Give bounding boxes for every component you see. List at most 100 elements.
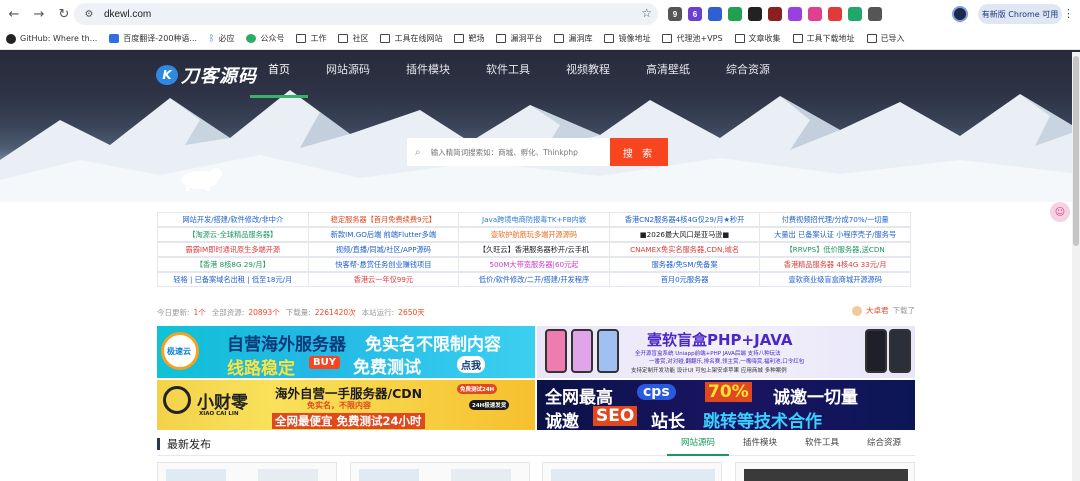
chrome-update-button[interactable]: 有新版 Chrome 可用 [978,4,1062,24]
forward-button[interactable]: → [28,3,50,25]
ad-link[interactable]: 新款IM.GO后端 前端Flutter多端 [307,227,460,242]
site-info-icon[interactable]: ⚙ [82,7,96,21]
resource-card[interactable] [542,462,723,481]
address-bar[interactable]: ⚙ dkewl.com ☆ [74,3,658,25]
bookmark-item[interactable]: 社区 [338,33,368,44]
ad-link[interactable]: 网站开发/搭建/软件修改/非中介 [157,212,309,227]
ad-link[interactable]: 大量出 已备案认证 小程序壳子/服务号 [759,227,911,242]
bookmark-label: GitHub: Where th... [20,34,98,43]
ad-link[interactable]: 500M大带宽服务器|60元起 [458,257,610,272]
scrollbar-thumb[interactable] [1073,56,1079,246]
ad-link[interactable]: 低价/软件修改/二开/搭建/开发程序 [458,272,610,287]
ad-link[interactable]: 【香港 8核8G 29/月】 [157,257,309,272]
ad-link[interactable]: 【RRVPS】低价服务器,送CDN [759,242,911,257]
resource-card[interactable] [349,462,530,481]
extension-icon[interactable] [868,7,882,21]
nav-item[interactable]: 高清壁纸 [628,62,708,86]
extension-icon[interactable]: 9 [668,7,682,21]
extension-icon[interactable] [748,7,762,21]
ad-link[interactable]: 【久旺云】香港服务器秒开/云手机 [458,242,610,257]
bookmark-item[interactable]: 公众号 [246,33,284,44]
b4-w5: 跳转等技术合作 [703,412,822,430]
extension-icon[interactable] [848,7,862,21]
b1-free: 免费测试 [353,358,421,378]
search-button[interactable]: 搜 索 [610,138,668,166]
nav-item[interactable]: 软件工具 [468,62,548,86]
bookmark-label: 工具下载地址 [806,34,855,43]
bookmark-item[interactable]: 百度翻译-200种语... [109,33,197,44]
ad-link[interactable]: 香港CN2服务器4核4G仅29/月★秒开 [608,212,761,227]
bookmark-item[interactable]: GitHub: Where th... [6,33,98,44]
site-logo[interactable]: K 刀客源码 [156,62,257,88]
ad-link[interactable]: 霸霸IM即时通讯原生多端开源 [157,242,309,257]
extension-icon[interactable] [708,7,722,21]
page-scrollbar[interactable] [1072,52,1080,481]
ad-link[interactable]: 香港精品服务器 4核4G 33元/月 [759,257,911,272]
ad-banner-xiaocailin[interactable]: 小财零 XIAO CAI LIN 海外自营一手服务器/CDN 免费测试24H 免… [157,380,535,430]
ad-link[interactable]: 香港云一年仅99元 [307,272,460,287]
ad-link[interactable]: ■2026最大风口是亚马逊■ [608,227,761,242]
bookmark-item[interactable]: 代理池+VPS [662,33,723,44]
download-label: 下载量: [285,307,311,317]
b4-seo: SEO [593,406,638,426]
ad-link[interactable]: 稳定服务器【首月免费续费9元】 [307,212,460,227]
resource-card[interactable] [157,462,337,481]
ad-link[interactable]: Java跨境电商防报毒TK+FB内嵌 [458,212,610,227]
bookmark-item[interactable]: 文章收集 [734,33,781,44]
ad-banner-jisuyun[interactable]: 极速云 自营海外服务器 免实名不限制内容 线路稳定 BUY 免费测试 点我 [157,326,535,378]
bookmark-label: 镜像地址 [618,34,651,43]
card-thumbnail [743,469,908,481]
search-input[interactable] [430,147,596,157]
recent-download-ticker: 大卓君 下载了 [852,305,915,316]
extension-icon[interactable] [728,7,742,21]
b4-pct: 70% [705,382,752,402]
ad-link[interactable]: 壹软商业级盲盒商城开源源码 [759,272,911,287]
extension-icon[interactable] [768,7,782,21]
bookmark-label: 漏洞平台 [510,34,543,43]
bookmark-item[interactable]: 工作 [296,33,326,44]
ad-link[interactable]: 【淘源云-全球精品服务器】 [157,227,309,242]
profile-avatar[interactable] [952,6,968,22]
ad-banner-cps[interactable]: 全网最高 cps 70% 诚邀一切量 诚邀 SEO 站长 跳转等技术合作 [537,380,915,430]
bookmark-item[interactable]: 工具下载地址 [792,33,855,44]
back-button[interactable]: ← [3,3,25,25]
folder-icon [662,34,673,43]
bookmark-item[interactable]: 漏洞库 [554,33,592,44]
ad-link[interactable]: CNAMEX免实名服务器,CDN,域名 [608,242,761,257]
ad-link[interactable]: 壹软护航筋玩多端开源源码 [458,227,610,242]
bookmark-item[interactable]: 已导入 [866,33,905,44]
ticker-user[interactable]: 大卓君 [866,305,889,316]
latest-tab[interactable]: 综合资源 [853,436,915,456]
ad-link[interactable]: 轻格 | 已备案域名出租 | 低至18元/月 [157,272,309,287]
ad-banner-yiruan[interactable]: 壹软盲盒PHP+JAVA 全开源盲盒系统 Uniapp前端+PHP JAVA后端… [537,326,915,378]
ad-link[interactable]: 付费视频招代理/分成70%/一切量 [759,212,911,227]
bookmark-item[interactable]: 镜像地址 [604,33,650,44]
latest-tab[interactable]: 插件模块 [729,436,791,456]
nav-item[interactable]: 网站源码 [308,62,388,86]
bookmark-item[interactable]: ᛒ 必应 [209,33,234,44]
b3-line3: 全网最便宜 免费测试24小时 [272,413,425,429]
resource-card[interactable] [734,462,915,481]
more-menu-icon[interactable]: ⋮ [1063,7,1074,20]
nav-item[interactable]: 首页 [250,62,308,98]
extension-icon[interactable] [788,7,802,21]
reload-button[interactable]: ↻ [53,3,75,25]
extension-icon[interactable] [808,7,822,21]
bookmark-item[interactable]: 靶场 [454,33,484,44]
extension-icon[interactable]: 6 [688,7,702,21]
bookmark-item[interactable]: 工具在线网站 [380,33,442,44]
latest-tab[interactable]: 网站源码 [666,436,729,456]
folder-icon [792,34,803,43]
bookmark-star-icon[interactable]: ☆ [641,6,652,20]
ad-link[interactable]: 首月0元服务器 [608,272,761,287]
nav-item[interactable]: 视频教程 [548,62,628,86]
ad-link[interactable]: 视频/直播/同城/社区/APP源码 [307,242,460,257]
extension-icon[interactable] [828,7,842,21]
bookmark-item[interactable]: 漏洞平台 [496,33,542,44]
ad-link[interactable]: 服务器/免SM/免备案 [608,257,761,272]
latest-tab[interactable]: 软件工具 [791,436,853,456]
nav-item[interactable]: 综合资源 [708,62,788,86]
ad-link[interactable]: 快客帮-悬赏任务创业赚钱项目 [307,257,460,272]
floating-helper-icon[interactable]: ☺ [1050,202,1070,222]
nav-item[interactable]: 插件模块 [388,62,468,86]
